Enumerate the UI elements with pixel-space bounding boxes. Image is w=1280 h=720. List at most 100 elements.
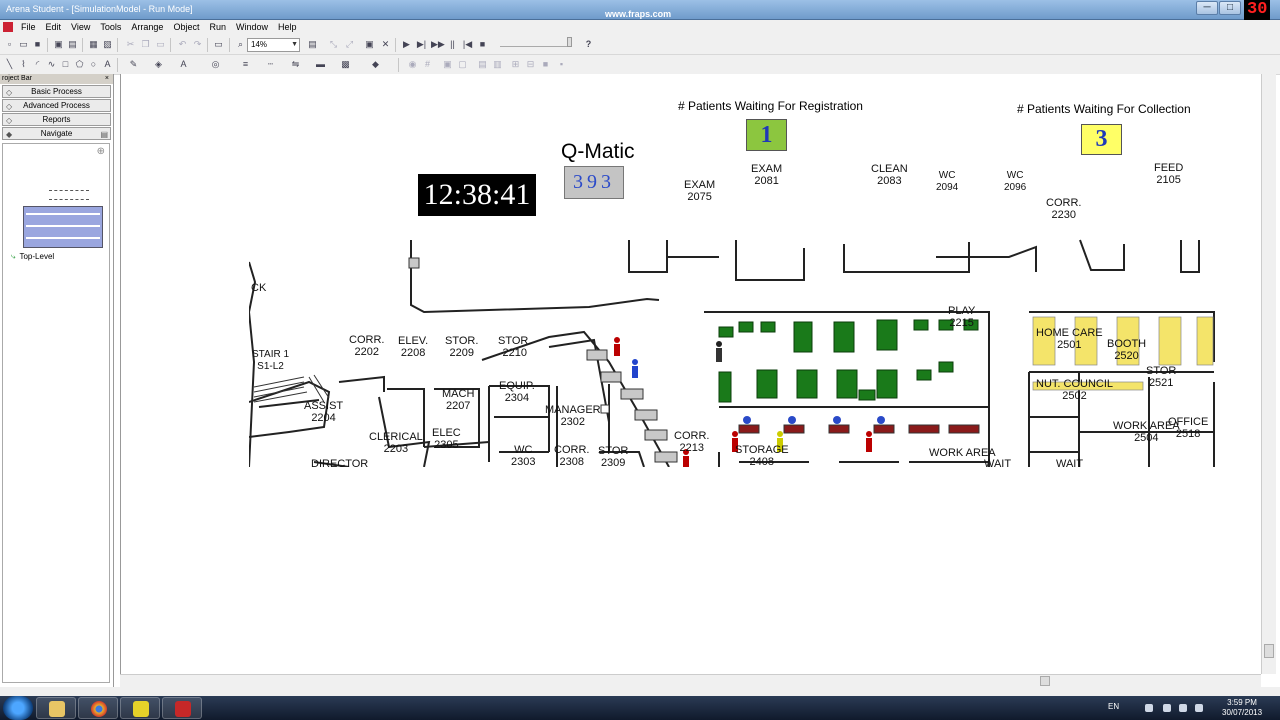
menu-object[interactable]: Object	[168, 20, 204, 35]
panel-reports[interactable]: ◇ Reports	[2, 113, 111, 126]
room-label: MACH 2207	[442, 388, 475, 412]
redo-icon[interactable]: ↷	[192, 39, 203, 50]
bring-front-icon[interactable]: ▤	[477, 59, 488, 70]
screen-icon[interactable]: ▭	[213, 39, 224, 50]
template-detach-icon[interactable]: ▤	[67, 39, 78, 50]
vertical-scrollbar[interactable]	[1261, 74, 1276, 674]
fast-forward-icon[interactable]: ▶▶	[431, 39, 445, 50]
polygon-tool-icon[interactable]: ⬠	[74, 59, 85, 70]
registration-waiting-label: # Patients Waiting For Registration	[678, 99, 863, 113]
model-canvas[interactable]: Q-Matic 393 12:38:41 # Patients Waiting …	[120, 74, 1261, 674]
taskbar-clock[interactable]: 3:59 PM 30/07/2013	[1222, 698, 1262, 718]
room-label: CLEAN 2083	[871, 163, 908, 187]
fill-pattern-icon[interactable]: ▩	[340, 59, 351, 70]
help-icon[interactable]: ?	[583, 39, 594, 50]
taskbar-chrome[interactable]	[78, 697, 118, 719]
line-tool-icon[interactable]: ╲	[4, 59, 15, 70]
panel-basic-process[interactable]: ◇ Basic Process	[2, 85, 111, 98]
horizontal-scrollbar[interactable]	[120, 674, 1261, 687]
menu-view[interactable]: View	[66, 20, 95, 35]
send-back-icon[interactable]: ▥	[492, 59, 503, 70]
cut-icon[interactable]: ✂	[125, 39, 136, 50]
polyline-tool-icon[interactable]: ⌇	[18, 59, 29, 70]
line-color-icon[interactable]: ✎	[128, 59, 139, 70]
panel-advanced-process[interactable]: ◇ Advanced Process	[2, 99, 111, 112]
arrow-style-icon[interactable]: ⇋	[290, 59, 301, 70]
group-icon[interactable]: ▣	[442, 59, 453, 70]
menu-help[interactable]: Help	[273, 20, 302, 35]
text-color-icon[interactable]: A	[178, 59, 189, 70]
maximize-button[interactable]: □	[1219, 1, 1241, 15]
language-indicator[interactable]: EN	[1108, 702, 1119, 711]
scroll-thumb[interactable]	[1264, 644, 1274, 658]
expand-icon[interactable]: ⊕	[97, 146, 105, 157]
grid-icon[interactable]: #	[422, 59, 433, 70]
start-button[interactable]	[3, 696, 33, 720]
menu-window[interactable]: Window	[231, 20, 273, 35]
rotate-icon[interactable]: ▪	[556, 59, 567, 70]
scroll-thumb[interactable]	[1040, 676, 1050, 686]
minimize-button[interactable]: ─	[1196, 1, 1218, 15]
connect-icon[interactable]: ⤡	[328, 39, 339, 50]
box-tool-icon[interactable]: □	[60, 59, 71, 70]
taskbar-arena[interactable]	[162, 697, 202, 719]
panel-navigate[interactable]: ◆ Navigate ▤	[2, 127, 111, 140]
line-style-icon[interactable]: ┄	[265, 59, 276, 70]
paste-icon[interactable]: ▭	[155, 39, 166, 50]
arc-tool-icon[interactable]: ◜	[32, 59, 43, 70]
view-thumbnail[interactable]	[23, 206, 103, 248]
ungroup-icon[interactable]: ▢	[457, 59, 468, 70]
menu-file[interactable]: File	[16, 20, 41, 35]
ellipse-tool-icon[interactable]: ○	[88, 59, 99, 70]
animate-connect-icon[interactable]: ✕	[380, 39, 391, 50]
fill-color-icon[interactable]: ◈	[153, 59, 164, 70]
pause-icon[interactable]: ||	[447, 39, 458, 50]
line-width-icon[interactable]: ≡	[240, 59, 251, 70]
text-tool-icon[interactable]: A	[102, 59, 113, 70]
undo-icon[interactable]: ↶	[177, 39, 188, 50]
panel-menu-icon[interactable]: ▤	[100, 129, 108, 140]
taskbar-explorer[interactable]	[36, 697, 76, 719]
menu-arrange[interactable]: Arrange	[126, 20, 168, 35]
template-attach-icon[interactable]: ▣	[53, 39, 64, 50]
save-icon[interactable]: ■	[32, 39, 43, 50]
room-label: STORAGE 2408	[735, 444, 789, 468]
menu-edit[interactable]: Edit	[41, 20, 67, 35]
tree-item-top-level[interactable]: ⤷ Top-Level	[11, 252, 54, 262]
network-icon[interactable]	[1179, 704, 1187, 712]
arena-app-icon[interactable]	[3, 22, 13, 32]
collection-waiting-count: 3	[1081, 124, 1122, 155]
background-color-icon[interactable]: ◎	[210, 59, 221, 70]
menu-tools[interactable]: Tools	[95, 20, 126, 35]
print-icon[interactable]: ▦	[88, 39, 99, 50]
distribute-icon[interactable]: ⊟	[525, 59, 536, 70]
layers-icon[interactable]: ▤	[307, 39, 318, 50]
volume-icon[interactable]	[1195, 704, 1203, 712]
tray-icon[interactable]	[1145, 704, 1153, 712]
menu-run[interactable]: Run	[204, 20, 231, 35]
line-pattern-icon[interactable]: ▬	[315, 59, 326, 70]
slider-thumb[interactable]	[567, 37, 572, 47]
open-icon[interactable]: ▭	[18, 39, 29, 50]
step-icon[interactable]: ▶|	[416, 39, 427, 50]
copy-icon[interactable]: ❐	[140, 39, 151, 50]
animate-icon[interactable]: ▣	[364, 39, 375, 50]
snap-icon[interactable]: ◉	[407, 59, 418, 70]
end-icon[interactable]: ■	[477, 39, 488, 50]
tray-icon[interactable]	[1163, 704, 1171, 712]
close-icon[interactable]: ×	[105, 74, 109, 84]
station-icon[interactable]: ⤢	[344, 39, 355, 50]
go-icon[interactable]: ▶	[401, 39, 412, 50]
bezier-tool-icon[interactable]: ∿	[46, 59, 57, 70]
room-label: NUT. COUNCIL 2502	[1036, 378, 1114, 402]
new-icon[interactable]: ▫	[4, 39, 15, 50]
show-dimensions-icon[interactable]: ◆	[370, 59, 381, 70]
flip-icon[interactable]: ■	[540, 59, 551, 70]
start-over-icon[interactable]: |◀	[462, 39, 473, 50]
zoom-select[interactable]: 14% ▼	[247, 38, 300, 52]
taskbar-fraps[interactable]	[120, 697, 160, 719]
animation-speed-slider[interactable]	[500, 39, 572, 47]
align-icon[interactable]: ⊞	[510, 59, 521, 70]
print-preview-icon[interactable]: ▧	[102, 39, 113, 50]
zoom-icon[interactable]: ⌕	[235, 39, 246, 50]
